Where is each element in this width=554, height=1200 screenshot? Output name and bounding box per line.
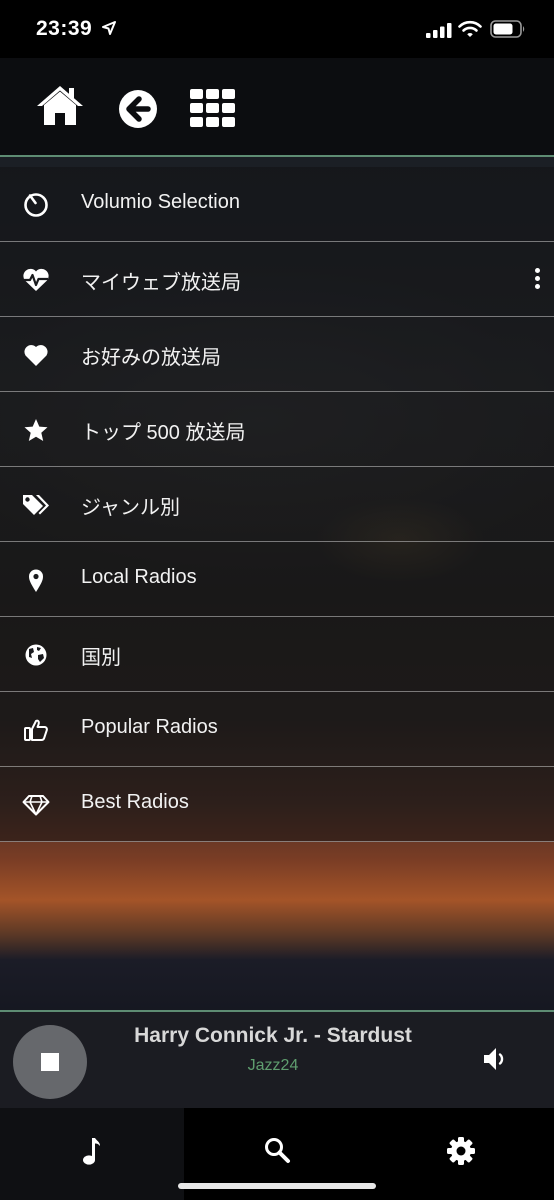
- menu-item-label: マイウェブ放送局: [81, 272, 241, 294]
- diamond-icon: [21, 791, 51, 819]
- menu-item-by-genre[interactable]: ジャンル別: [0, 467, 554, 542]
- menu-item-by-country[interactable]: 国別: [0, 617, 554, 692]
- tags-icon: [21, 491, 51, 519]
- heart-icon: [21, 341, 51, 369]
- volume-icon[interactable]: [482, 1045, 510, 1073]
- signal-icon: [426, 23, 452, 38]
- grid-view-icon[interactable]: [190, 89, 236, 127]
- menu-item-local-radios[interactable]: Local Radios: [0, 542, 554, 617]
- menu-item-label: ジャンル別: [81, 497, 180, 519]
- stop-button[interactable]: [13, 1025, 87, 1099]
- menu-item-label: Volumio Selection: [81, 191, 240, 213]
- menu-item-label: Best Radios: [81, 791, 189, 813]
- menu-item-label: トップ 500 放送局: [81, 422, 246, 444]
- menu-item-my-web-radios[interactable]: マイウェブ放送局: [0, 242, 554, 317]
- home-icon[interactable]: [36, 84, 84, 126]
- music-note-icon: [83, 1138, 100, 1165]
- radio-category-list: Volumio Selection マイウェブ放送局 お好みの放送局 トップ 5…: [0, 167, 554, 842]
- map-marker-icon: [21, 566, 51, 594]
- top-navigation: [0, 58, 554, 157]
- station-name: Jazz24: [247, 1057, 299, 1074]
- menu-item-label: お好みの放送局: [81, 347, 221, 369]
- app-screen: 23:39 Volumio Selection マイウェブ放送局 お好みの放送局…: [0, 0, 554, 1200]
- wifi-icon: [458, 20, 482, 37]
- menu-item-label: Popular Radios: [81, 716, 218, 738]
- heartbeat-icon: [21, 266, 51, 294]
- track-title: Harry Connick Jr. - Stardust: [134, 1024, 412, 1047]
- menu-item-best-radios[interactable]: Best Radios: [0, 767, 554, 842]
- bottom-tab-bar: [0, 1108, 554, 1200]
- star-icon: [21, 416, 51, 444]
- status-time: 23:39: [36, 17, 93, 40]
- battery-icon: [490, 20, 525, 38]
- menu-item-popular-radios[interactable]: Popular Radios: [0, 692, 554, 767]
- menu-item-label: 国別: [81, 647, 121, 669]
- now-playing-bar: Harry Connick Jr. - Stardust Jazz24: [0, 1010, 554, 1110]
- tab-settings[interactable]: [368, 1108, 552, 1200]
- tab-playback[interactable]: [0, 1108, 184, 1200]
- volumio-icon: [21, 191, 51, 219]
- globe-icon: [21, 641, 51, 669]
- gear-icon: [447, 1137, 475, 1165]
- stop-icon: [41, 1053, 59, 1071]
- location-arrow-icon: [102, 21, 116, 35]
- back-arrow-icon[interactable]: [118, 89, 158, 129]
- search-icon: [265, 1138, 290, 1163]
- status-bar: 23:39: [0, 0, 554, 58]
- options-menu-icon[interactable]: [532, 266, 542, 294]
- menu-item-favourite-radios[interactable]: お好みの放送局: [0, 317, 554, 392]
- thumbs-up-icon: [21, 716, 51, 744]
- menu-item-volumio-selection[interactable]: Volumio Selection: [0, 167, 554, 242]
- home-indicator[interactable]: [178, 1183, 376, 1189]
- menu-item-label: Local Radios: [81, 566, 197, 588]
- menu-item-top-500-radios[interactable]: トップ 500 放送局: [0, 392, 554, 467]
